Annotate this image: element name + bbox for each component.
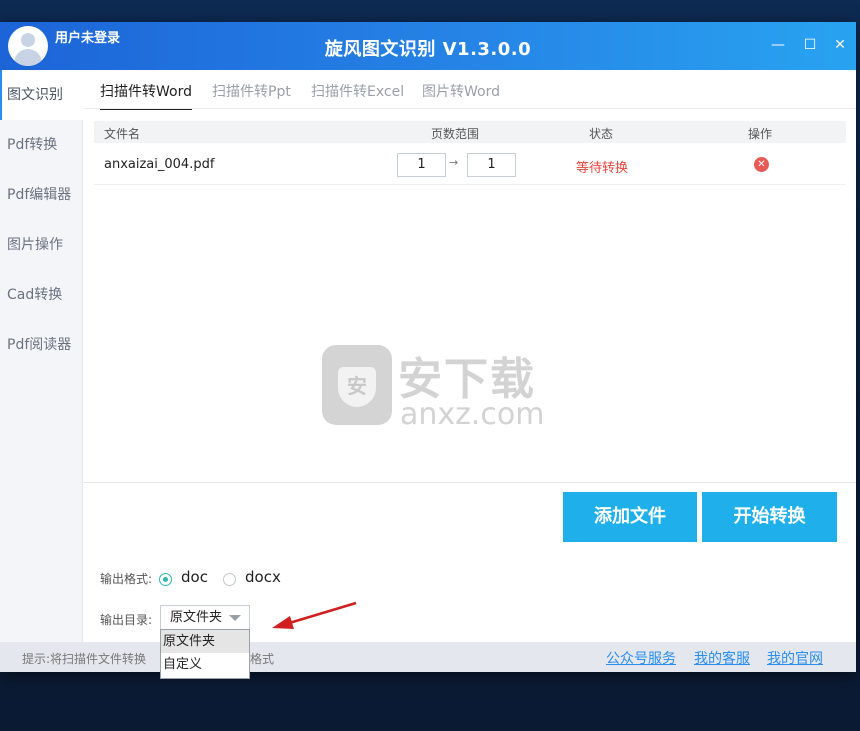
close-button[interactable]: ✕ (831, 36, 849, 54)
sidebar-item-image-ops[interactable]: 图片操作 (0, 220, 83, 270)
link-official-site[interactable]: 我的官网 (767, 648, 823, 668)
tab-scan-to-excel[interactable]: 扫描件转Excel (311, 81, 404, 108)
chevron-down-icon (229, 615, 241, 621)
page-to-input[interactable]: 1 (467, 153, 516, 177)
watermark-shield-glyph: 安 (338, 367, 376, 407)
column-header-status: 状态 (589, 127, 614, 141)
output-dir-dropdown: 原文件夹 自定义 (160, 629, 250, 679)
sidebar: 图文识别 Pdf转换 Pdf编辑器 图片操作 Cad转换 Pdf阅读器 (0, 70, 83, 642)
app-title: 旋风图文识别 V1.3.0.0 (324, 39, 532, 60)
radio-docx-label[interactable]: docx (245, 568, 281, 586)
column-header-page-range: 页数范围 (431, 127, 480, 141)
title-bar: 用户未登录 旋风图文识别 V1.3.0.0 — ☐ ✕ (0, 22, 856, 70)
column-header-actions: 操作 (748, 127, 773, 141)
range-arrow-icon: → (449, 156, 459, 169)
file-name: anxaizai_004.pdf (104, 157, 215, 172)
watermark-shield-icon: 安 (322, 345, 392, 425)
tab-image-to-word[interactable]: 图片转Word (422, 81, 500, 108)
tabs-divider (84, 108, 856, 109)
sidebar-item-cad-convert[interactable]: Cad转换 (0, 270, 83, 320)
sidebar-item-pdf-convert[interactable]: Pdf转换 (0, 120, 83, 170)
column-header-filename: 文件名 (104, 127, 141, 141)
footer: 提示:将扫描件文件转换 格式 公众号服务 我的客服 我的官网 (0, 642, 856, 672)
delete-icon[interactable]: ✕ (754, 157, 769, 172)
radio-doc[interactable] (159, 573, 172, 586)
radio-doc-label[interactable]: doc (181, 568, 208, 586)
tab-scan-to-ppt[interactable]: 扫描件转Ppt (212, 81, 291, 108)
watermark-text-en: anxz.com (400, 397, 545, 432)
output-dir-value: 原文件夹 (170, 610, 223, 625)
tab-scan-to-word[interactable]: 扫描件转Word (100, 81, 192, 110)
dropdown-option-source-folder[interactable]: 原文件夹 (161, 630, 249, 653)
footer-tip-start: 提示:将扫描件文件转换 (22, 652, 147, 666)
content-divider (84, 482, 856, 483)
watermark: 安 安下载 anxz.com (322, 345, 545, 435)
footer-tip-end: 格式 (250, 652, 275, 666)
sidebar-item-ocr[interactable]: 图文识别 (0, 70, 83, 120)
output-dir-label: 输出目录: (100, 613, 153, 627)
radio-docx[interactable] (223, 573, 236, 586)
app-window: 用户未登录 旋风图文识别 V1.3.0.0 — ☐ ✕ 图文识别 Pdf转换 P… (0, 22, 856, 672)
start-convert-button[interactable]: 开始转换 (702, 492, 837, 542)
maximize-button[interactable]: ☐ (801, 36, 819, 54)
link-official-account[interactable]: 公众号服务 (606, 648, 676, 668)
minimize-button[interactable]: — (769, 36, 787, 54)
status-text: 等待转换 (576, 161, 629, 176)
link-customer-service[interactable]: 我的客服 (694, 648, 750, 668)
output-dir-select[interactable]: 原文件夹 (160, 605, 250, 630)
page-from-input[interactable]: 1 (397, 153, 446, 177)
output-format-label: 输出格式: (100, 572, 153, 586)
sidebar-item-pdf-editor[interactable]: Pdf编辑器 (0, 170, 83, 220)
table-row[interactable]: anxaizai_004.pdf 1 → 1 等待转换 ✕ (94, 147, 846, 185)
table-header: 文件名 页数范围 状态 操作 (94, 121, 846, 143)
add-file-button[interactable]: 添加文件 (563, 492, 697, 542)
dropdown-option-custom[interactable]: 自定义 (161, 653, 249, 676)
main-panel: 扫描件转Word 扫描件转Ppt 扫描件转Excel 图片转Word 文件名 页… (84, 70, 856, 642)
sidebar-item-pdf-reader[interactable]: Pdf阅读器 (0, 320, 83, 370)
annotation-arrow-icon (272, 601, 357, 629)
